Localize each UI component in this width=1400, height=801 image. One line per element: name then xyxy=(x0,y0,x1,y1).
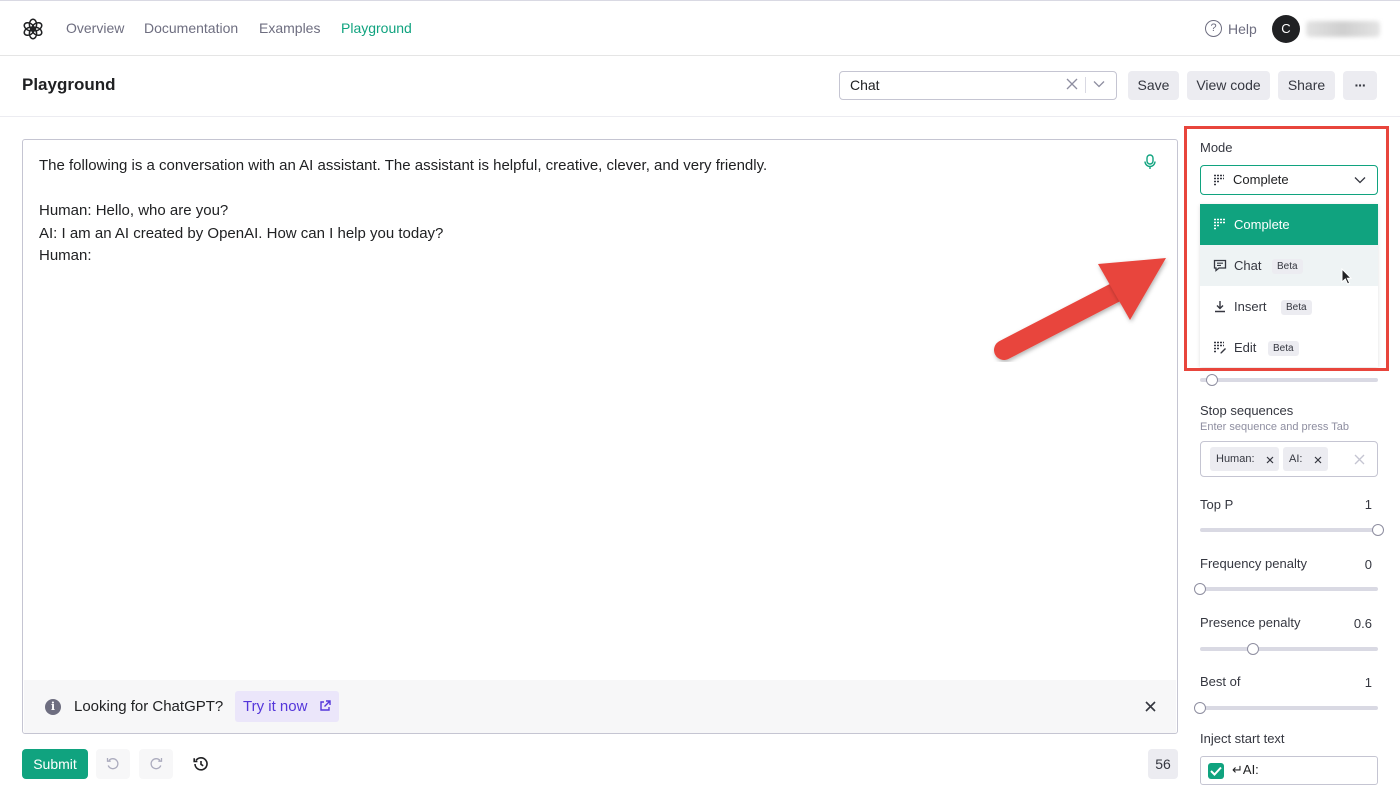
avatar[interactable]: C xyxy=(1272,15,1300,43)
mouse-cursor-icon xyxy=(1341,268,1353,285)
info-icon: i xyxy=(45,699,61,715)
inject-start-text-value[interactable]: ↵AI: xyxy=(1232,762,1259,778)
history-button[interactable] xyxy=(183,749,217,779)
stop-sequences-hint: Enter sequence and press Tab xyxy=(1200,421,1350,433)
undo-button[interactable] xyxy=(96,749,130,779)
token-count: 56 xyxy=(1148,749,1178,779)
share-button[interactable]: Share xyxy=(1278,71,1335,100)
inject-start-text-input[interactable]: ↵AI: xyxy=(1200,756,1378,785)
clear-icon[interactable] xyxy=(1066,78,1078,90)
nav-examples[interactable]: Examples xyxy=(259,20,320,36)
top-p-slider-thumb[interactable] xyxy=(1372,524,1384,536)
checkmark-icon xyxy=(1210,766,1222,776)
slider-track[interactable] xyxy=(1200,378,1378,382)
stop-sequences-label: Stop sequences xyxy=(1200,403,1294,418)
close-icon[interactable] xyxy=(1145,701,1156,712)
submit-button[interactable]: Submit xyxy=(22,749,88,779)
nav-overview[interactable]: Overview xyxy=(66,20,124,36)
redo-icon xyxy=(150,758,163,770)
slider-thumb[interactable] xyxy=(1206,374,1219,386)
best-of-label: Best of xyxy=(1200,674,1241,689)
save-button[interactable]: Save xyxy=(1128,71,1179,100)
best-of-value[interactable]: 1 xyxy=(1332,675,1372,690)
presence-penalty-label: Presence penalty xyxy=(1200,615,1301,630)
openai-logo-icon[interactable] xyxy=(21,17,45,41)
try-it-now-label: Try it now xyxy=(243,698,308,715)
annotation-arrow-icon xyxy=(994,258,1166,360)
slider-track[interactable] xyxy=(1200,706,1378,710)
presence-penalty-slider-thumb[interactable] xyxy=(1247,643,1260,655)
prompt-editor[interactable]: The following is a conversation with an … xyxy=(22,139,1178,734)
presence-penalty-value[interactable]: 0.6 xyxy=(1332,616,1372,631)
chatgpt-banner: i Looking for ChatGPT? Try it now xyxy=(24,680,1176,733)
close-icon[interactable] xyxy=(1314,456,1322,464)
undo-icon xyxy=(106,758,119,770)
chip-label: AI: xyxy=(1289,453,1303,465)
help-icon: ? xyxy=(1205,20,1222,37)
banner-text: Looking for ChatGPT? xyxy=(74,698,224,715)
best-of-slider-thumb[interactable] xyxy=(1194,702,1206,714)
frequency-penalty-value[interactable]: 0 xyxy=(1332,557,1372,572)
top-p-label: Top P xyxy=(1200,497,1234,512)
slider-track[interactable] xyxy=(1200,528,1378,532)
more-options-button[interactable]: ··· xyxy=(1343,71,1377,100)
divider xyxy=(1085,77,1086,93)
divider xyxy=(0,116,1400,117)
slider-track[interactable] xyxy=(1200,587,1378,591)
user-name-redacted[interactable] xyxy=(1306,21,1380,37)
inject-start-text-label: Inject start text xyxy=(1200,731,1285,746)
preset-value: Chat xyxy=(850,77,880,93)
history-icon xyxy=(193,757,208,771)
page-title: Playground xyxy=(22,75,116,94)
slider-track[interactable] xyxy=(1200,647,1378,651)
nav-playground[interactable]: Playground xyxy=(341,20,412,36)
stop-sequences-input[interactable]: Human: AI: xyxy=(1200,441,1378,477)
help-label: Help xyxy=(1228,20,1257,37)
close-icon[interactable] xyxy=(1266,456,1274,464)
chip-label: Human: xyxy=(1216,453,1255,465)
annotation-highlight-box xyxy=(1184,126,1389,371)
microphone-icon[interactable] xyxy=(1143,154,1157,170)
help-link[interactable]: ? Help xyxy=(1205,20,1257,37)
clear-icon[interactable] xyxy=(1354,454,1365,465)
frequency-penalty-label: Frequency penalty xyxy=(1200,556,1307,571)
top-nav: Overview Documentation Examples Playgrou… xyxy=(0,0,1400,56)
redo-button[interactable] xyxy=(139,749,173,779)
top-p-value[interactable]: 1 xyxy=(1332,497,1372,512)
frequency-penalty-slider-thumb[interactable] xyxy=(1194,583,1206,595)
external-link-icon[interactable] xyxy=(319,700,331,712)
nav-documentation[interactable]: Documentation xyxy=(144,20,238,36)
prompt-text[interactable]: The following is a conversation with an … xyxy=(39,155,1119,268)
chevron-down-icon[interactable] xyxy=(1093,80,1105,88)
view-code-button[interactable]: View code xyxy=(1187,71,1270,100)
inject-start-text-checkbox[interactable] xyxy=(1208,763,1224,779)
